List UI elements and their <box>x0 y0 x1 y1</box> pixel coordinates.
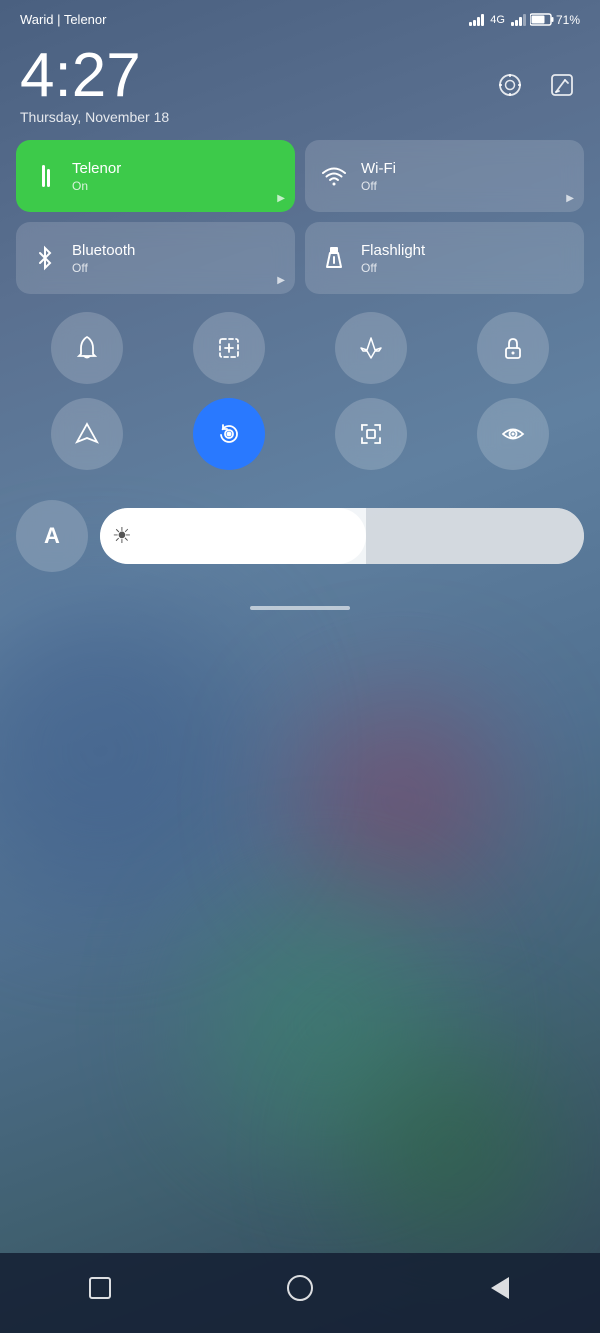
telenor-arrow: ▶ <box>277 193 285 204</box>
bell-button[interactable] <box>51 312 123 384</box>
eye-button[interactable] <box>477 398 549 470</box>
telenor-tile[interactable]: Telenor On ▶ <box>16 140 295 212</box>
bluetooth-arrow: ▶ <box>277 275 285 286</box>
screenshot-button[interactable] <box>193 312 265 384</box>
edit-icon[interactable] <box>544 67 580 103</box>
brightness-slider[interactable]: ☀ <box>100 508 584 564</box>
brightness-icon: ☀ <box>112 523 132 549</box>
status-bar: Warid | Telenor 4G <box>0 0 600 35</box>
4g-badge: 4G <box>490 14 505 26</box>
home-button[interactable] <box>278 1266 322 1310</box>
airplane-button[interactable] <box>335 312 407 384</box>
autorotate-button[interactable] <box>193 398 265 470</box>
bluetooth-subtitle: Off <box>72 261 135 275</box>
bluetooth-tile[interactable]: Bluetooth Off ▶ <box>16 222 295 294</box>
recent-icon <box>89 1277 111 1299</box>
home-icon <box>287 1275 313 1301</box>
signal-bars-2 <box>511 14 526 26</box>
telenor-icon <box>32 163 60 189</box>
circle-buttons-section <box>0 304 600 492</box>
signal-bars-1 <box>469 14 484 26</box>
wifi-icon <box>321 163 349 189</box>
brightness-row: A ☀ <box>0 492 600 580</box>
wifi-subtitle: Off <box>361 179 396 193</box>
status-right: 4G 71% <box>469 13 580 27</box>
circles-row-1 <box>16 312 584 384</box>
wifi-title: Wi-Fi <box>361 160 396 178</box>
wifi-tile[interactable]: Wi-Fi Off ▶ <box>305 140 584 212</box>
battery-icon: 71% <box>530 13 580 27</box>
battery-percent: 71% <box>556 13 580 27</box>
font-label: A <box>44 523 60 549</box>
wifi-arrow: ▶ <box>566 193 574 204</box>
nav-bar <box>0 1253 600 1333</box>
flashlight-icon <box>321 245 349 271</box>
flashlight-subtitle: Off <box>361 261 425 275</box>
circles-row-2 <box>16 398 584 470</box>
home-indicator <box>0 590 600 618</box>
clock-area: 4:27 Thursday, November 18 <box>0 35 600 140</box>
lock-button[interactable] <box>477 312 549 384</box>
time-display: 4:27 <box>20 45 169 107</box>
font-size-button[interactable]: A <box>16 500 88 572</box>
back-button[interactable] <box>478 1266 522 1310</box>
recent-apps-button[interactable] <box>78 1266 122 1310</box>
bluetooth-title: Bluetooth <box>72 242 135 260</box>
telenor-title: Telenor <box>72 160 121 178</box>
location-button[interactable] <box>51 398 123 470</box>
telenor-subtitle: On <box>72 179 121 193</box>
carrier-text: Warid | Telenor <box>20 12 106 27</box>
scan-button[interactable] <box>335 398 407 470</box>
settings-icon[interactable] <box>492 67 528 103</box>
flashlight-tile[interactable]: Flashlight Off <box>305 222 584 294</box>
home-line <box>250 606 350 610</box>
flashlight-title: Flashlight <box>361 242 425 260</box>
back-icon <box>491 1277 509 1299</box>
date-display: Thursday, November 18 <box>20 109 169 125</box>
quick-tiles: Telenor On ▶ Wi-Fi Off ▶ <box>0 140 600 294</box>
bluetooth-icon <box>32 245 60 271</box>
